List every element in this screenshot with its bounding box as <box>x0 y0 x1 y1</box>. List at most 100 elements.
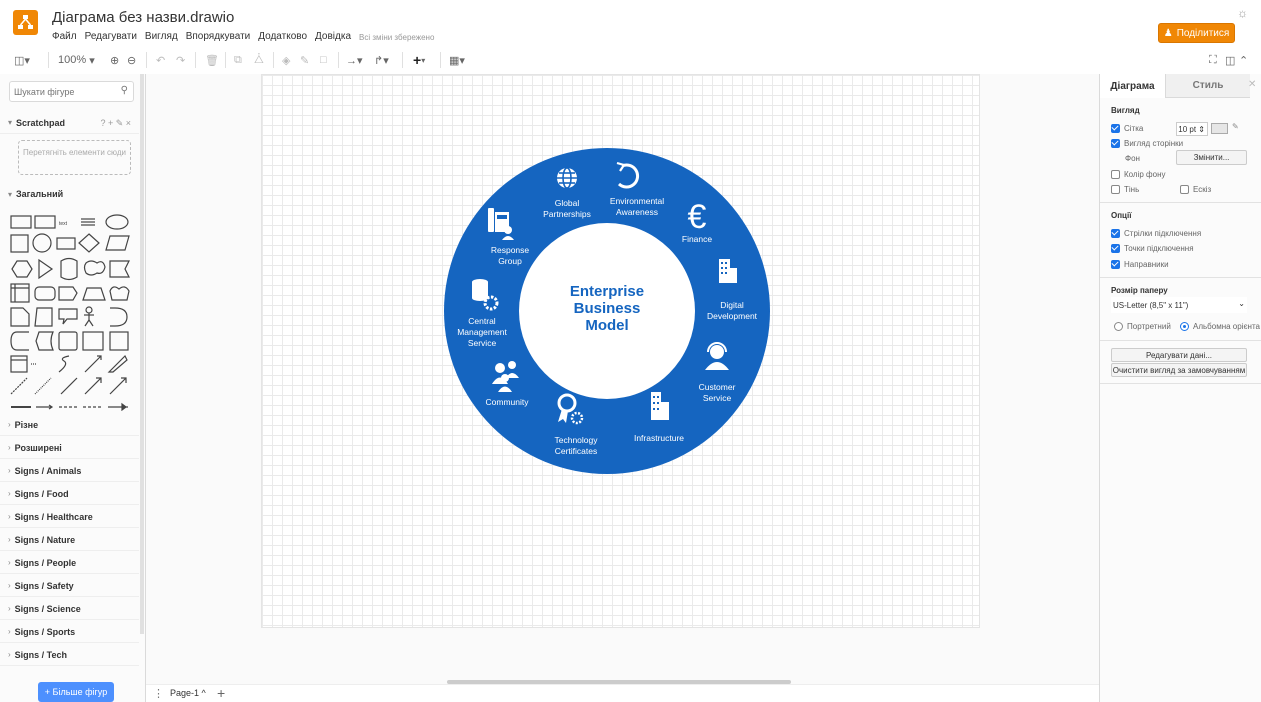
library-signs-animals[interactable]: › Signs / Animals <box>0 460 139 482</box>
expand-caret-icon: › <box>8 558 11 567</box>
theme-sun-icon[interactable]: ☼ <box>1237 6 1248 20</box>
svg-text:text: text <box>59 221 68 227</box>
menu-file[interactable]: Файл <box>52 31 77 42</box>
line-color-icon[interactable]: ✎ <box>300 51 309 69</box>
pencil-icon[interactable]: ✎ <box>1232 122 1239 131</box>
center-title-line3: Model <box>585 317 628 334</box>
zoom-value: 100% <box>58 54 87 66</box>
library-signs-food[interactable]: › Signs / Food <box>0 483 139 505</box>
reset-view-button[interactable]: Очистити вигляд за замовчуванням <box>1111 363 1247 377</box>
library-label: Signs / People <box>14 557 77 568</box>
library-signs-tech[interactable]: › Signs / Tech <box>0 644 139 666</box>
table-icon[interactable]: ▦▾ <box>449 51 465 69</box>
add-page-button[interactable]: + <box>217 685 225 701</box>
library-signs-healthcare[interactable]: › Signs / Healthcare <box>0 506 139 528</box>
library-signs-sports[interactable]: › Signs / Sports <box>0 621 139 643</box>
segment-label: Environmental <box>610 196 664 206</box>
library-advanced[interactable]: › Розширені <box>0 437 139 459</box>
library-signs-nature[interactable]: › Signs / Nature <box>0 529 139 551</box>
guides-option[interactable]: Направники <box>1111 260 1169 269</box>
portrait-option[interactable]: Портретний <box>1114 322 1171 331</box>
page-tabs-bar: ⋮ Page-1 ^ + <box>146 684 1099 702</box>
more-shapes-button[interactable]: + Більше фігур <box>38 682 114 702</box>
to-back-icon[interactable]: ⧊ <box>254 51 264 69</box>
menu-arrange[interactable]: Впорядкувати <box>186 31 251 42</box>
tab-diagram[interactable]: Діаграма <box>1100 74 1165 98</box>
enterprise-ring-diagram[interactable]: Enterprise Business Model Global Partner… <box>442 146 772 476</box>
menu-edit[interactable]: Редагувати <box>85 31 137 42</box>
scratchpad-drop-zone[interactable]: Перетягніть елементи сюди <box>18 140 131 175</box>
landscape-radio[interactable] <box>1180 322 1189 331</box>
page-tab[interactable]: Page-1 ^ <box>170 688 206 698</box>
scratchpad-header[interactable]: ▾ Scratchpad ? + ✎ × <box>0 112 139 134</box>
general-shapes-palette[interactable]: text <box>9 211 135 411</box>
scratchpad-tools[interactable]: ? + ✎ × <box>100 118 131 129</box>
center-title-line1: Enterprise <box>570 283 644 300</box>
shadow-checkbox[interactable] <box>1111 185 1120 194</box>
connection-arrows-option[interactable]: Стрілки підключення <box>1111 229 1201 238</box>
menu-help[interactable]: Довідка <box>315 31 351 42</box>
shadow-icon[interactable]: □ <box>320 51 327 69</box>
to-front-icon[interactable]: ⧉ <box>234 51 242 69</box>
paper-size-select[interactable]: US-Letter (8,5" x 11") ⌄ <box>1111 297 1247 313</box>
pages-menu-icon[interactable]: ⋮ <box>153 687 164 700</box>
zoom-select[interactable]: 100% ▾ <box>58 51 95 69</box>
edit-data-button[interactable]: Редагувати дані... <box>1111 348 1247 362</box>
connection-points-option[interactable]: Точки підключення <box>1111 244 1194 253</box>
page-view-option[interactable]: Вигляд сторінки <box>1111 139 1183 148</box>
undo-icon[interactable]: ↶ <box>156 51 165 69</box>
fill-color-icon[interactable]: ◈ <box>282 51 290 69</box>
zoom-in-icon[interactable]: ⊕ <box>110 51 119 69</box>
page-view-checkbox[interactable] <box>1111 139 1120 148</box>
chevron-down-icon: ⌄ <box>1238 299 1245 308</box>
library-signs-people[interactable]: › Signs / People <box>0 552 139 574</box>
menu-view[interactable]: Вигляд <box>145 31 178 42</box>
format-panel-icon[interactable]: ◫ <box>1225 51 1235 69</box>
change-background-button[interactable]: Змінити... <box>1176 150 1247 165</box>
section-divider <box>1100 383 1261 384</box>
waypoints-icon[interactable]: ↱▾ <box>374 51 389 69</box>
points-checkbox[interactable] <box>1111 244 1120 253</box>
tab-style[interactable]: Стиль <box>1165 74 1250 98</box>
share-button[interactable]: ♟ Поділитися <box>1158 23 1235 43</box>
shadow-option[interactable]: Тінь <box>1111 185 1139 194</box>
drawing-canvas[interactable]: Enterprise Business Model Global Partner… <box>146 74 1099 684</box>
document-title[interactable]: Діаграма без назви.drawio <box>52 9 234 26</box>
bg-color-checkbox[interactable] <box>1111 170 1120 179</box>
arrows-checkbox[interactable] <box>1111 229 1120 238</box>
menu-extras[interactable]: Додатково <box>258 31 307 42</box>
portrait-radio[interactable] <box>1114 322 1123 331</box>
sidebar-scrollbar[interactable] <box>140 74 144 634</box>
segment-label: Technology <box>554 435 598 445</box>
delete-icon[interactable]: 🗑 <box>205 51 219 69</box>
paper-size-title: Розмір паперу <box>1111 286 1168 295</box>
close-icon[interactable]: ✕ <box>1248 79 1256 90</box>
library-misc[interactable]: › Різне <box>0 414 139 436</box>
section-divider <box>1100 340 1261 341</box>
library-signs-science[interactable]: › Signs / Science <box>0 598 139 620</box>
grid-size-input[interactable]: 10 pt ⇕ <box>1176 122 1208 136</box>
general-header[interactable]: ▾ Загальний <box>0 183 139 205</box>
connection-icon[interactable]: →▾ <box>346 51 363 69</box>
shape-search-input[interactable] <box>10 82 110 101</box>
redo-icon[interactable]: ↷ <box>176 51 185 69</box>
grid-checkbox[interactable] <box>1111 124 1120 133</box>
bg-color-option[interactable]: Колір фону <box>1111 170 1166 179</box>
toolbar-divider <box>338 52 339 68</box>
panel-toggle-icon[interactable]: ◫▾ <box>14 51 30 69</box>
segment-label: Finance <box>682 234 713 244</box>
grid-color-swatch[interactable] <box>1211 123 1228 134</box>
segment-label: Certificates <box>555 446 598 456</box>
zoom-out-icon[interactable]: ⊖ <box>127 51 136 69</box>
sketch-checkbox[interactable] <box>1180 185 1189 194</box>
fullscreen-icon[interactable]: ⛶ <box>1209 51 1217 69</box>
landscape-option[interactable]: Альбомна орієнта <box>1180 322 1260 331</box>
library-signs-safety[interactable]: › Signs / Safety <box>0 575 139 597</box>
sketch-option[interactable]: Ескіз <box>1180 185 1211 194</box>
guides-checkbox[interactable] <box>1111 260 1120 269</box>
insert-plus-icon[interactable]: + ▾ <box>413 51 425 69</box>
collapse-icon[interactable]: ⌃ <box>1239 51 1248 69</box>
grid-option[interactable]: Сітка <box>1111 124 1143 133</box>
search-icon[interactable]: ⚲ <box>121 85 128 96</box>
library-label: Різне <box>14 419 39 430</box>
